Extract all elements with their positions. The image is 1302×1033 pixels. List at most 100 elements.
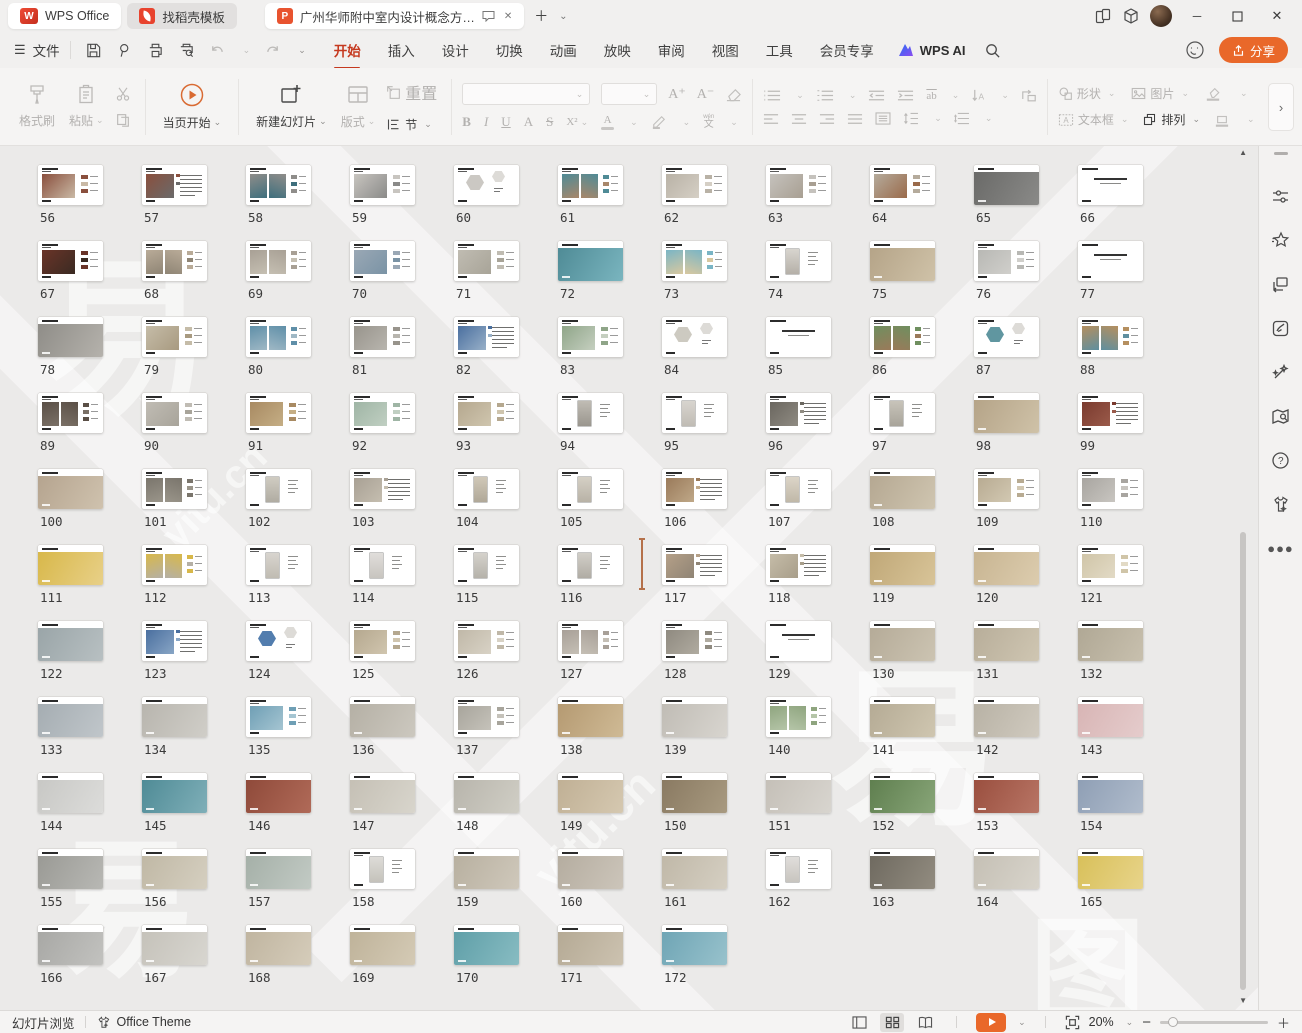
more-tools-icon[interactable]: ●●● (1270, 537, 1292, 559)
slide-thumbnail-97[interactable] (870, 393, 935, 433)
slide-thumbnail-92[interactable] (350, 393, 415, 433)
zoom-chevron[interactable]: ⌄ (1126, 1017, 1134, 1028)
slide-thumbnail-94[interactable] (558, 393, 623, 433)
slide-thumbnail-106[interactable] (662, 469, 727, 509)
bullet-list-icon[interactable] (763, 89, 781, 102)
shapes-button[interactable]: 形状⌄ (1058, 85, 1116, 102)
slide-thumbnail-80[interactable] (246, 317, 311, 357)
arrange-button[interactable]: 排列⌄ (1142, 111, 1200, 128)
scrollbar-up-arrow[interactable]: ▲ (1239, 148, 1247, 157)
slide-thumbnail-89[interactable] (38, 393, 103, 433)
slide-thumbnail-119[interactable] (870, 545, 935, 585)
slide-thumbnail-143[interactable] (1078, 697, 1143, 737)
slide-thumbnail-64[interactable] (870, 165, 935, 205)
font-size-select[interactable]: ⌄ (601, 83, 657, 105)
slide-thumbnail-163[interactable] (870, 849, 935, 889)
slide-sorter-canvas[interactable]: 易易易图网yitu.cnyitu.cn 56575859606162636465… (0, 146, 1258, 1010)
undo-menu-chevron[interactable]: ⌄ (243, 45, 251, 56)
slide-thumbnail-131[interactable] (974, 621, 1039, 661)
sticker-feedback-icon[interactable] (1185, 40, 1205, 60)
slide-thumbnail-61[interactable] (558, 165, 623, 205)
slide-thumbnail-102[interactable] (246, 469, 311, 509)
align-center-icon[interactable] (791, 113, 807, 125)
slide-thumbnail-59[interactable] (350, 165, 415, 205)
copy-icon[interactable] (115, 112, 131, 128)
slide-thumbnail-168[interactable] (246, 925, 311, 965)
slide-thumbnail-81[interactable] (350, 317, 415, 357)
increase-font-icon[interactable]: A⁺ (668, 86, 686, 103)
slide-thumbnail-122[interactable] (38, 621, 103, 661)
font-color-button[interactable]: A (601, 115, 614, 130)
redo-icon[interactable] (264, 42, 281, 59)
slide-thumbnail-77[interactable] (1078, 241, 1143, 281)
slide-thumbnail-79[interactable] (142, 317, 207, 357)
theme-label[interactable]: Office Theme (117, 1015, 192, 1029)
slide-thumbnail-105[interactable] (558, 469, 623, 509)
slide-thumbnail-100[interactable] (38, 469, 103, 509)
slide-thumbnail-146[interactable] (246, 773, 311, 813)
slide-thumbnail-115[interactable] (454, 545, 519, 585)
slide-thumbnail-162[interactable] (766, 849, 831, 889)
slide-thumbnail-170[interactable] (454, 925, 519, 965)
cut-icon[interactable] (115, 86, 131, 102)
tab-docer-templates[interactable]: 找稻壳模板 (127, 3, 237, 29)
tab-wps-home[interactable]: W WPS Office (8, 3, 121, 29)
slide-thumbnail-140[interactable] (766, 697, 831, 737)
slide-thumbnail-58[interactable] (246, 165, 311, 205)
zoom-out-button[interactable]: − (1142, 1014, 1151, 1031)
slide-thumbnail-130[interactable] (870, 621, 935, 661)
menu-tab-动画[interactable]: 动画 (550, 40, 577, 60)
multi-device-icon[interactable] (1094, 7, 1112, 25)
comment-bubble-icon[interactable] (482, 10, 495, 22)
slide-thumbnail-137[interactable] (454, 697, 519, 737)
underline-button[interactable]: U (501, 114, 510, 130)
bold-button[interactable]: B (462, 114, 471, 130)
slide-thumbnail-65[interactable] (974, 165, 1039, 205)
slide-thumbnail-84[interactable] (662, 317, 727, 357)
slide-thumbnail-86[interactable] (870, 317, 935, 357)
menu-tab-插入[interactable]: 插入 (388, 40, 415, 60)
slide-thumbnail-88[interactable] (1078, 317, 1143, 357)
menu-tab-工具[interactable]: 工具 (766, 40, 793, 60)
section-button[interactable]: 节⌄ (386, 116, 437, 133)
paste-button[interactable]: 粘贴⌄ (62, 84, 111, 129)
slide-thumbnail-101[interactable] (142, 469, 207, 509)
new-tab-button[interactable]: ＋ (530, 5, 552, 27)
slide-thumbnail-71[interactable] (454, 241, 519, 281)
slide-thumbnail-116[interactable] (558, 545, 623, 585)
slide-thumbnail-151[interactable] (766, 773, 831, 813)
smart-beautify-icon[interactable] (1270, 361, 1292, 383)
tab-close-icon[interactable]: ✕ (504, 11, 512, 22)
slide-thumbnail-126[interactable] (454, 621, 519, 661)
design-assistant-icon[interactable] (1270, 317, 1292, 339)
slide-thumbnail-114[interactable] (350, 545, 415, 585)
menu-tab-切换[interactable]: 切换 (496, 40, 523, 60)
slide-thumbnail-113[interactable] (246, 545, 311, 585)
slide-thumbnail-145[interactable] (142, 773, 207, 813)
slide-thumbnail-127[interactable] (558, 621, 623, 661)
strikethrough-button[interactable]: S (546, 114, 553, 130)
slide-thumbnail-132[interactable] (1078, 621, 1143, 661)
qat-customize-chevron[interactable]: ⌄ (298, 45, 306, 56)
zoom-slider-thumb[interactable] (1168, 1017, 1178, 1027)
slide-thumbnail-91[interactable] (246, 393, 311, 433)
textbox-button[interactable]: A 文本框⌄ (1058, 111, 1129, 128)
slide-thumbnail-121[interactable] (1078, 545, 1143, 585)
ribbon-expand-button[interactable]: › (1268, 83, 1294, 131)
slide-thumbnail-74[interactable] (766, 241, 831, 281)
font-name-select[interactable]: ⌄ (462, 83, 590, 105)
slide-thumbnail-99[interactable] (1078, 393, 1143, 433)
slide-thumbnail-117[interactable] (662, 545, 727, 585)
character-border-button[interactable]: A (524, 114, 533, 130)
decrease-font-icon[interactable]: A⁻ (697, 86, 715, 103)
slide-thumbnail-107[interactable] (766, 469, 831, 509)
layout-button[interactable]: 版式⌄ (334, 83, 383, 130)
fill-color-icon[interactable] (1205, 86, 1221, 101)
align-left-icon[interactable] (763, 113, 779, 125)
slide-thumbnail-73[interactable] (662, 241, 727, 281)
slide-thumbnail-135[interactable] (246, 697, 311, 737)
slide-thumbnail-160[interactable] (558, 849, 623, 889)
slide-thumbnail-164[interactable] (974, 849, 1039, 889)
slide-thumbnail-150[interactable] (662, 773, 727, 813)
close-window-button[interactable]: ✕ (1262, 3, 1292, 29)
